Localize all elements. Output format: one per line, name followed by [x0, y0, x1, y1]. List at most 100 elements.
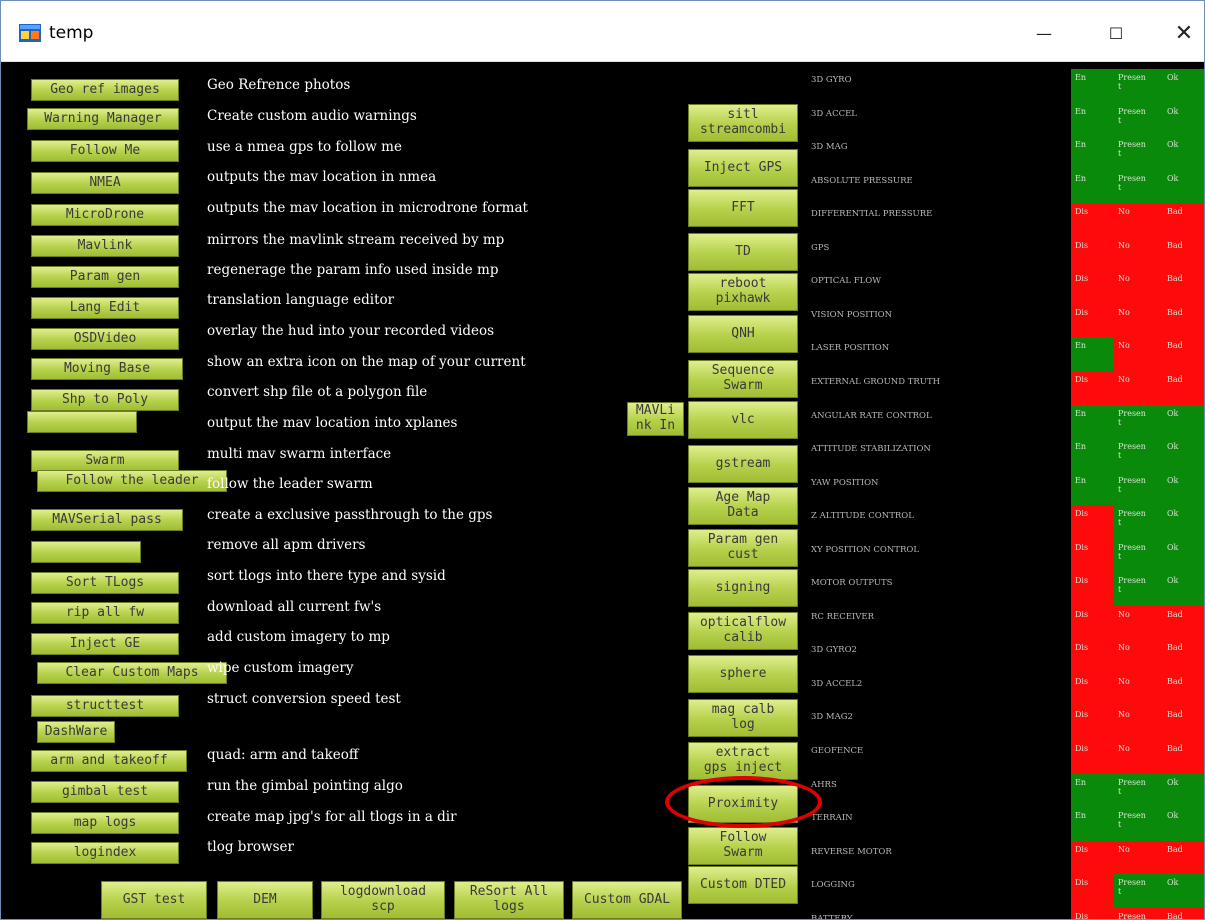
left-button-17[interactable]: rip all fw — [31, 602, 179, 624]
left-button-8[interactable]: OSDVideo — [31, 328, 179, 350]
left-button-13[interactable]: Follow the leader — [37, 470, 227, 492]
sensor-name: BATTERY — [811, 913, 853, 920]
sensor-value-health: Bad — [1167, 274, 1183, 284]
bottom-button-3[interactable]: ReSort All logs — [454, 881, 564, 919]
middle-button-7[interactable]: vlc — [688, 401, 798, 439]
left-button-label: Clear Custom Maps — [65, 664, 199, 680]
left-button-label: Inject GE — [69, 635, 141, 651]
sensor-cell-present: Presen t — [1114, 438, 1163, 474]
minimize-button[interactable]: — — [1021, 13, 1067, 53]
middle-button-16[interactable]: Proximity — [688, 785, 798, 823]
left-button-4[interactable]: MicroDrone — [31, 204, 179, 226]
middle-button-9[interactable]: Age Map Data — [688, 487, 798, 525]
middle-button-18[interactable]: Custom DTED — [688, 866, 798, 904]
middle-button-3[interactable]: TD — [688, 233, 798, 271]
left-button-1[interactable]: Warning Manager — [27, 108, 179, 130]
left-button-description: wipe custom imagery — [207, 660, 354, 676]
left-button-2[interactable]: Follow Me — [31, 140, 179, 162]
app-icon — [19, 24, 41, 42]
middle-button-14[interactable]: mag calb log — [688, 699, 798, 737]
sensor-cell-en: Dis — [1071, 303, 1114, 339]
sensor-cell-present: Presen t — [1114, 907, 1163, 919]
title-bar: temp — ☐ ✕ — [1, 1, 1204, 62]
middle-button-label: Custom DTED — [699, 876, 787, 892]
left-button-3[interactable]: NMEA — [31, 172, 179, 194]
sensor-cell-health: Bad — [1163, 236, 1204, 272]
middle-button-15[interactable]: extract gps inject — [688, 742, 798, 780]
left-button-label: DashWare — [44, 723, 108, 739]
middle-button-4[interactable]: reboot pixhawk — [688, 273, 798, 311]
sensor-cell-en: Dis — [1071, 236, 1114, 272]
maximize-button[interactable]: ☐ — [1093, 13, 1139, 53]
sensor-cell-en: En — [1071, 69, 1114, 104]
left-button-22[interactable]: arm and takeoff — [31, 750, 187, 772]
sensor-value-present: Presen t — [1118, 878, 1146, 897]
left-button-21[interactable]: DashWare — [37, 721, 115, 743]
middle-button-0[interactable]: sitl streamcombi — [688, 104, 798, 142]
left-button-5[interactable]: Mavlink — [31, 235, 179, 257]
left-button-11[interactable] — [27, 411, 137, 433]
sensor-cell-en: Dis — [1071, 840, 1114, 876]
middle-button-13[interactable]: sphere — [688, 655, 798, 693]
left-button-10[interactable]: Shp to Poly — [31, 389, 179, 411]
middle-button-17[interactable]: Follow Swarm — [688, 827, 798, 865]
middle-button-12[interactable]: opticalflow calib — [688, 612, 798, 650]
sensor-cell-health: Bad — [1163, 303, 1204, 339]
middle-button-5[interactable]: QNH — [688, 315, 798, 353]
left-button-23[interactable]: gimbal test — [31, 781, 179, 803]
left-button-description: create map jpg's for all tlogs in a dir — [207, 809, 457, 825]
left-button-14[interactable]: MAVSerial pass — [31, 509, 183, 531]
bottom-button-4[interactable]: Custom GDAL — [572, 881, 682, 919]
sensor-value-health: Bad — [1167, 609, 1183, 619]
sensor-value-en: Dis — [1075, 710, 1089, 720]
sensor-value-en: Dis — [1075, 911, 1089, 920]
left-button-18[interactable]: Inject GE — [31, 633, 179, 655]
middle-button-6[interactable]: Sequence Swarm — [688, 360, 798, 398]
left-button-description: Create custom audio warnings — [207, 108, 417, 124]
sensor-value-health: Bad — [1167, 744, 1183, 753]
bottom-button-2[interactable]: logdownload scp — [321, 881, 445, 919]
left-button-15[interactable] — [31, 541, 141, 563]
middle-button-label: sitl streamcombi — [699, 107, 787, 137]
left-button-label: Follow Me — [69, 142, 141, 158]
left-button-6[interactable]: Param gen — [31, 266, 179, 288]
close-button[interactable]: ✕ — [1161, 13, 1204, 53]
left-button-label: Lang Edit — [69, 299, 141, 315]
sensor-cell-health: Ok — [1163, 874, 1204, 910]
middle-button-2[interactable]: FFT — [688, 189, 798, 227]
bottom-button-1[interactable]: DEM — [217, 881, 313, 919]
sensor-value-present: No — [1118, 374, 1130, 384]
left-button-12[interactable]: Swarm — [31, 450, 179, 472]
bottom-button-0[interactable]: GST test — [101, 881, 207, 919]
middle-button-1[interactable]: Inject GPS — [688, 149, 798, 187]
sensor-name: MOTOR OUTPUTS — [811, 578, 893, 589]
middle-button-11[interactable]: signing — [688, 569, 798, 607]
sensor-value-present: No — [1118, 207, 1130, 217]
left-button-0[interactable]: Geo ref images — [31, 79, 179, 101]
middle-button-label: FFT — [731, 199, 755, 215]
middle-button-label: gstream — [715, 455, 771, 471]
sensor-cell-present: No — [1114, 740, 1163, 775]
middle-button-8[interactable]: gstream — [688, 445, 798, 483]
left-button-19[interactable]: Clear Custom Maps — [37, 662, 227, 684]
sensor-value-present: Presen t — [1118, 106, 1146, 125]
left-button-25[interactable]: logindex — [31, 842, 179, 864]
sensor-cell-health: Bad — [1163, 605, 1204, 641]
left-button-24[interactable]: map logs — [31, 812, 179, 834]
sensor-value-health: Ok — [1167, 173, 1179, 183]
left-button-label: map logs — [73, 814, 137, 830]
left-button-16[interactable]: Sort TLogs — [31, 572, 179, 594]
middle-button-10[interactable]: Param gen cust — [688, 529, 798, 567]
left-button-20[interactable]: structtest — [31, 695, 179, 717]
close-icon: ✕ — [1174, 20, 1194, 46]
sensor-cell-health: Ok — [1163, 69, 1204, 104]
left-button-9[interactable]: Moving Base — [31, 358, 183, 380]
sensor-name: 3D GYRO2 — [811, 645, 857, 656]
sensor-cell-present: Presen t — [1114, 773, 1163, 809]
mavlink-in-button[interactable]: MAVLi nk In — [627, 402, 684, 436]
left-button-7[interactable]: Lang Edit — [31, 297, 179, 319]
sensor-value-en: En — [1075, 106, 1086, 116]
sensor-cell-present: No — [1114, 605, 1163, 641]
sensor-name: 3D ACCEL2 — [811, 678, 863, 689]
sensor-cell-en: En — [1071, 337, 1114, 373]
